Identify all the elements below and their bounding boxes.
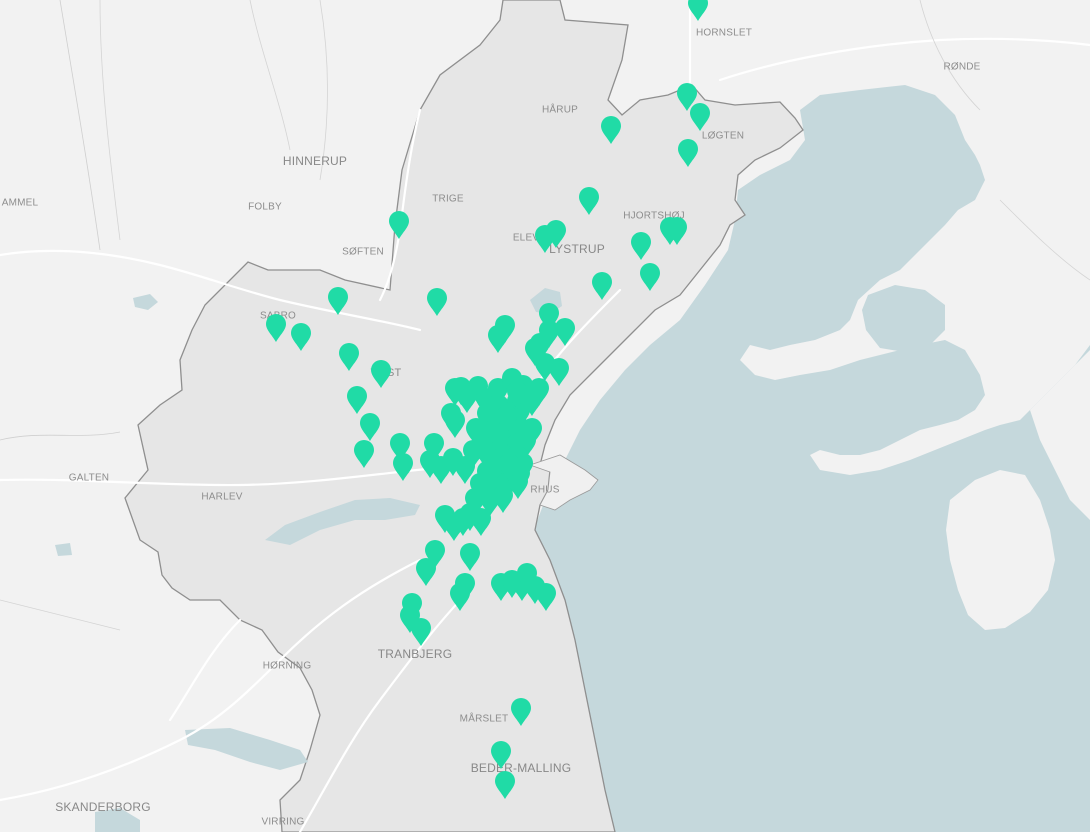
map-pin-icon[interactable] (665, 216, 689, 246)
map-pin-icon[interactable] (448, 582, 472, 612)
map-pin-icon[interactable] (534, 582, 558, 612)
map-pin-icon[interactable] (409, 617, 433, 647)
map-pin-icon[interactable] (469, 507, 493, 537)
map-pin-icon[interactable] (491, 484, 515, 514)
map-pin-icon[interactable] (352, 439, 376, 469)
map-pin-icon[interactable] (676, 138, 700, 168)
map-pin-icon[interactable] (486, 324, 510, 354)
map-pin-icon[interactable] (577, 186, 601, 216)
map-pin-icon[interactable] (264, 313, 288, 343)
map-pin-icon[interactable] (489, 740, 513, 770)
map-pin-icon[interactable] (497, 452, 521, 482)
map-pin-icon[interactable] (358, 412, 382, 442)
map-pin-icon[interactable] (590, 271, 614, 301)
map-pin-icon[interactable] (391, 452, 415, 482)
map-pin-icon[interactable] (326, 286, 350, 316)
map-pin-icon[interactable] (629, 231, 653, 261)
map-pin-icon[interactable] (461, 439, 485, 469)
map-pin-icon[interactable] (493, 770, 517, 800)
map-pin-icon[interactable] (688, 102, 712, 132)
map-pin-icon[interactable] (387, 210, 411, 240)
map-pin-icon[interactable] (509, 697, 533, 727)
map-pin-icon[interactable] (599, 115, 623, 145)
map-pin-icon[interactable] (345, 385, 369, 415)
map-view[interactable]: HORNSLET RØNDE HÅRUP LØGTEN HINNERUP AMMEL FOL… (0, 0, 1090, 832)
map-pin-icon[interactable] (414, 557, 438, 587)
marker-layer (0, 0, 1090, 832)
map-pin-icon[interactable] (533, 224, 557, 254)
map-pin-icon[interactable] (638, 262, 662, 292)
map-pin-icon[interactable] (505, 380, 529, 410)
map-pin-icon[interactable] (337, 342, 361, 372)
map-pin-icon[interactable] (686, 0, 710, 22)
map-pin-icon[interactable] (369, 359, 393, 389)
map-pin-icon[interactable] (425, 287, 449, 317)
map-pin-icon[interactable] (458, 542, 482, 572)
map-pin-icon[interactable] (289, 322, 313, 352)
